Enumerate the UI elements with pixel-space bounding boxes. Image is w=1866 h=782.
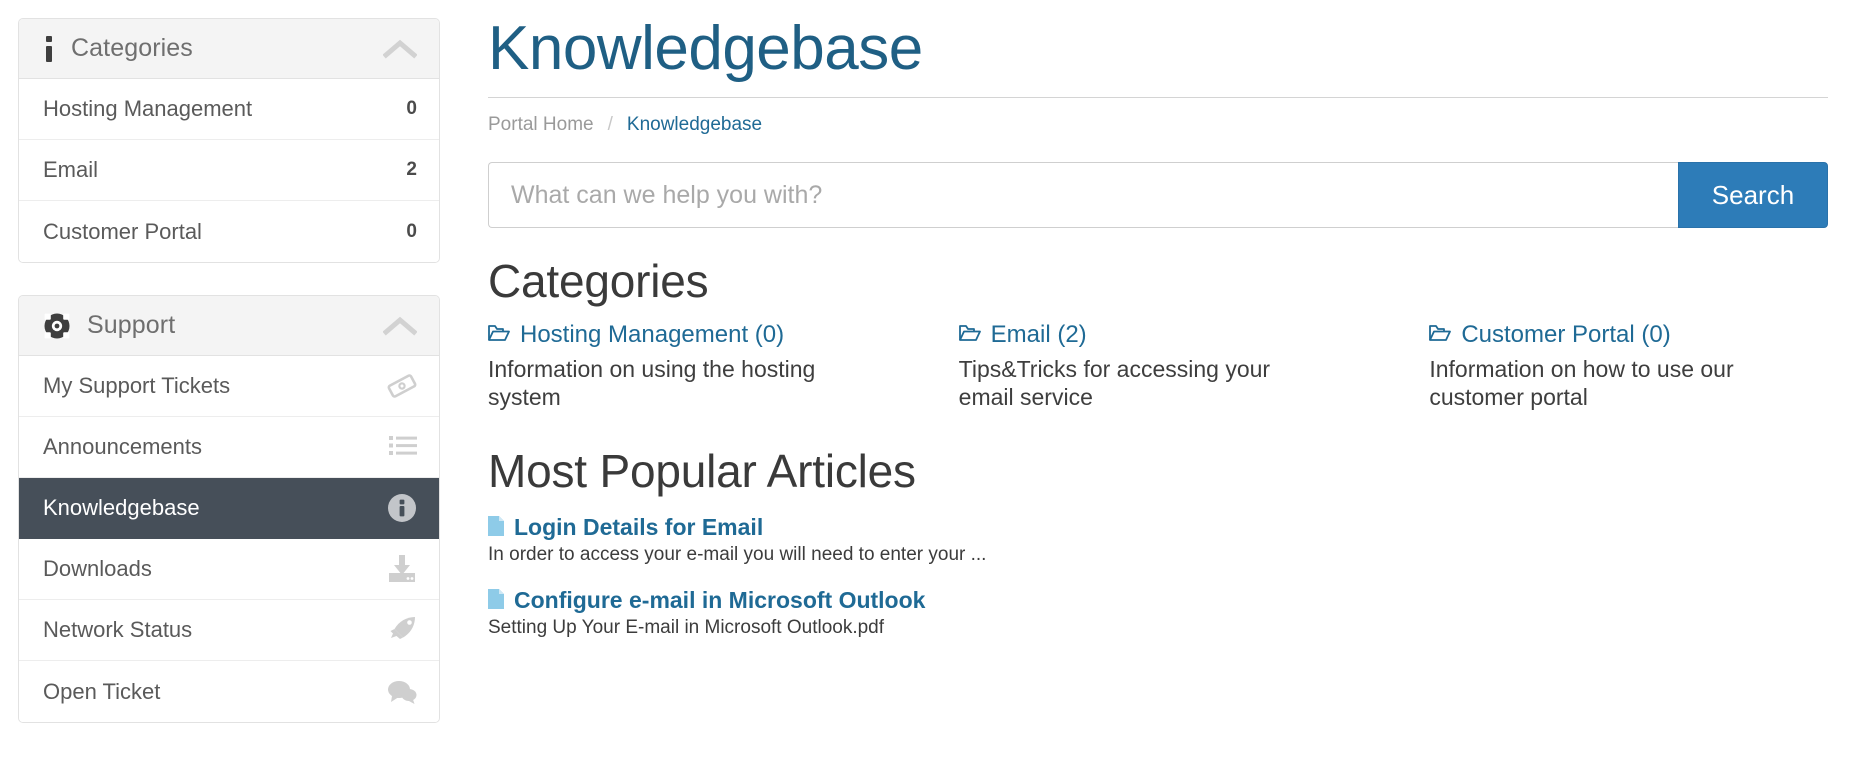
sidebar-item-announcements[interactable]: Announcements	[19, 417, 439, 478]
sidebar-item-label: Knowledgebase	[43, 495, 200, 520]
sidebar-category-label: Customer Portal	[43, 218, 202, 244]
title-divider	[488, 97, 1828, 99]
search-bar: Search	[488, 162, 1828, 229]
sidebar-item-label: Announcements	[43, 434, 202, 459]
info-circle-icon	[387, 493, 417, 523]
download-icon	[387, 555, 417, 583]
category-description: Information on using the hosting system	[488, 356, 816, 411]
categories-grid: Hosting Management (0) Information on us…	[488, 320, 1828, 411]
categories-panel-title: Categories	[71, 34, 193, 62]
category-description: Information on how to use our customer p…	[1429, 356, 1734, 411]
article-snippet: In order to access your e-mail you will …	[488, 544, 987, 566]
chevron-up-icon[interactable]	[383, 38, 417, 60]
category-link-label: Email (2)	[990, 321, 1087, 349]
sidebar-item-label: Open Ticket	[43, 678, 161, 704]
sidebar-category-label: Email	[43, 157, 99, 182]
knowledgebase-page: Categories Hosting Management 0 Email 2 …	[0, 0, 1866, 782]
category-card: Customer Portal (0) Information on how t…	[1429, 320, 1828, 411]
lifebuoy-icon	[43, 312, 71, 340]
sidebar: Categories Hosting Management 0 Email 2 …	[0, 0, 440, 755]
sidebar-category-email[interactable]: Email 2	[19, 140, 439, 201]
support-panel: Support My Support Tickets Announcements…	[18, 295, 440, 723]
sidebar-item-downloads[interactable]: Downloads	[19, 539, 439, 600]
breadcrumb: Portal Home / Knowledgebase	[488, 114, 1828, 136]
sidebar-item-knowledgebase[interactable]: Knowledgebase	[19, 478, 439, 539]
article-item: Login Details for Email In order to acce…	[488, 514, 1828, 567]
sidebar-category-hosting-management[interactable]: Hosting Management 0	[19, 79, 439, 140]
sidebar-item-network-status[interactable]: Network Status	[19, 600, 439, 661]
categories-heading: Categories	[488, 255, 709, 308]
article-snippet: Setting Up Your E-mail in Microsoft Outl…	[488, 617, 885, 639]
category-card: Hosting Management (0) Information on us…	[488, 320, 887, 411]
sidebar-item-label: Downloads	[43, 556, 152, 581]
file-icon	[488, 588, 504, 609]
popular-articles-heading: Most Popular Articles	[488, 444, 916, 497]
page-title: Knowledgebase	[488, 14, 923, 83]
sidebar-category-label: Hosting Management	[43, 96, 253, 121]
support-panel-header[interactable]: Support	[19, 296, 439, 356]
chevron-up-icon[interactable]	[383, 315, 417, 337]
breadcrumb-separator: /	[607, 114, 613, 136]
sidebar-category-customer-portal[interactable]: Customer Portal 0	[19, 201, 439, 262]
categories-panel-header[interactable]: Categories	[19, 19, 439, 79]
sidebar-category-count: 0	[406, 220, 417, 242]
sidebar-item-label: My Support Tickets	[43, 373, 231, 398]
ticket-icon	[387, 371, 417, 401]
folder-open-icon	[958, 324, 981, 342]
sidebar-item-label: Network Status	[43, 617, 193, 642]
article-title: Login Details for Email	[514, 513, 764, 540]
breadcrumb-knowledgebase[interactable]: Knowledgebase	[627, 114, 762, 136]
comments-icon	[387, 679, 417, 705]
search-button[interactable]: Search	[1678, 162, 1828, 229]
folder-open-icon	[488, 324, 510, 342]
category-link-email[interactable]: Email (2)	[958, 320, 1338, 350]
rocket-icon	[387, 615, 417, 645]
article-link-configure-email-in-microsoft-outlook[interactable]: Configure e-mail in Microsoft Outlook	[488, 587, 1828, 615]
categories-panel: Categories Hosting Management 0 Email 2 …	[18, 18, 440, 263]
category-link-hosting-management[interactable]: Hosting Management (0)	[488, 320, 867, 350]
article-item: Configure e-mail in Microsoft Outlook Se…	[488, 587, 1828, 640]
file-icon	[488, 515, 504, 536]
info-icon	[43, 35, 55, 62]
category-link-label: Hosting Management (0)	[520, 321, 785, 349]
sidebar-item-open-ticket[interactable]: Open Ticket	[19, 661, 439, 722]
folder-open-icon	[1429, 324, 1452, 342]
list-icon	[389, 435, 417, 459]
article-title: Configure e-mail in Microsoft Outlook	[514, 586, 926, 613]
support-panel-title: Support	[87, 311, 176, 339]
breadcrumb-portal-home[interactable]: Portal Home	[488, 114, 594, 136]
category-link-label: Customer Portal (0)	[1461, 321, 1671, 349]
search-input[interactable]	[488, 162, 1678, 229]
sidebar-category-count: 0	[406, 98, 417, 119]
sidebar-item-my-support-tickets[interactable]: My Support Tickets	[19, 356, 439, 417]
main-content: Knowledgebase Portal Home / Knowledgebas…	[440, 0, 1866, 660]
sidebar-category-count: 2	[406, 159, 417, 180]
category-description: Tips&Tricks for accessing your email ser…	[958, 356, 1271, 411]
category-card: Email (2) Tips&Tricks for accessing your…	[959, 320, 1358, 411]
article-link-login-details-for-email[interactable]: Login Details for Email	[488, 514, 1828, 542]
category-link-customer-portal[interactable]: Customer Portal (0)	[1429, 320, 1808, 350]
